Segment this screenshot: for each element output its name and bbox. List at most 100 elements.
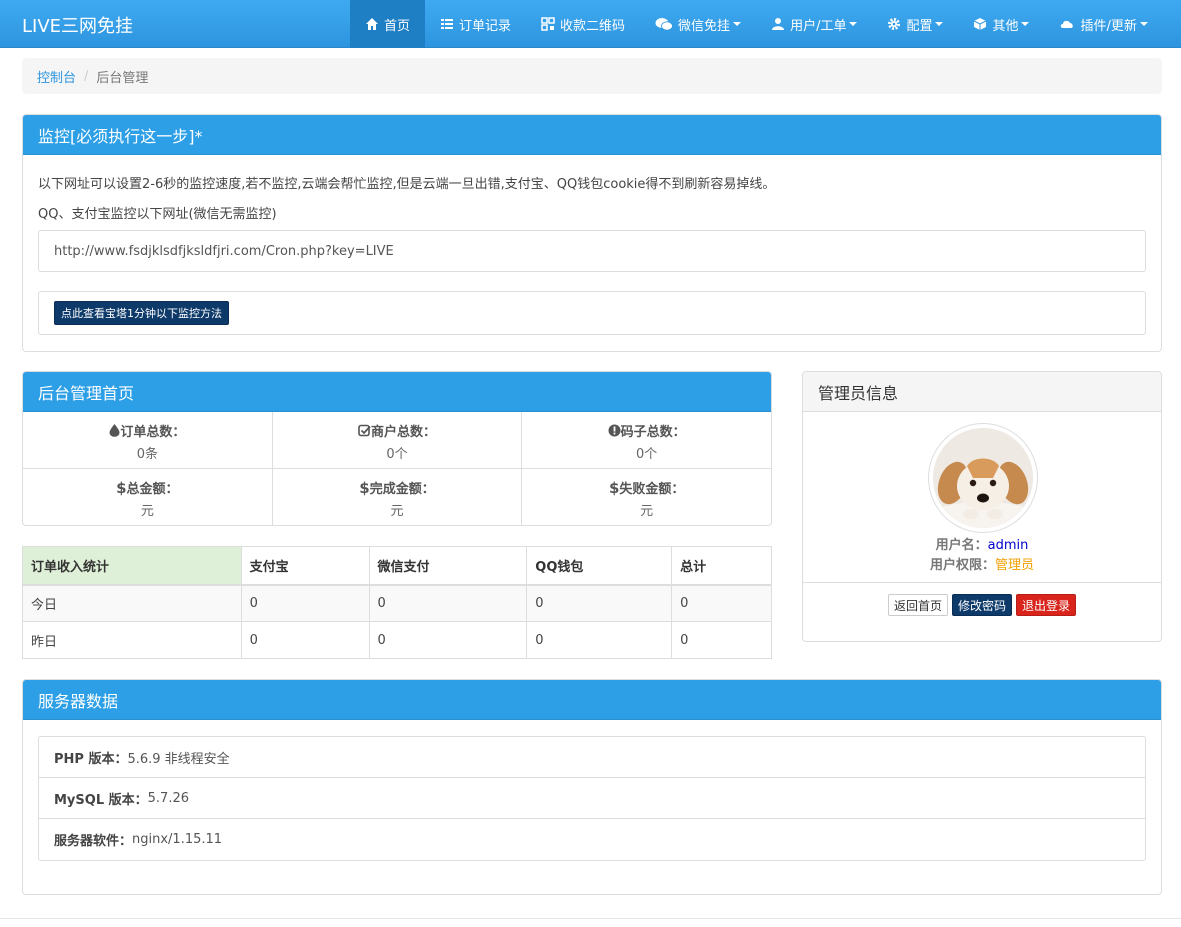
admin-actions: 返回首页 修改密码 退出登录 [803,594,1161,616]
avatar-image [933,428,1033,528]
change-password-button[interactable]: 修改密码 [951,594,1012,616]
monitor-panel-title: 监控[必须执行这一步]* [23,115,1161,155]
table-header: 微信支付 [368,546,528,586]
table-header: 支付宝 [240,546,370,586]
table-cell: 0 [368,621,528,659]
table-cell: 今日 [22,584,242,622]
server-panel-title: 服务器数据 [23,680,1161,720]
stat-completed-amount: $完成金额： 元 [273,469,523,526]
breadcrumb: 控制台 / 后台管理 [22,58,1162,94]
user-icon [772,18,785,30]
nav-item-label: 配置 [906,18,933,34]
breadcrumb-link-console[interactable]: 控制台 [37,67,76,86]
monitor-url-box[interactable]: http://www.fsdjklsdfjksldfjri.com/Cron.p… [38,230,1146,272]
nav-item-orders[interactable]: 订单记录 [425,0,526,48]
nav-item-other[interactable]: 其他 [958,0,1044,48]
stats-row: $总金额： 元 $完成金额： 元 $失败金额： 元 [23,469,771,526]
qrcode-icon [541,17,555,31]
stats-grid: 订单总数： 0条 商户总数： 0个 码子总数： 0个 $总金额： 元 $完成金额… [23,412,771,526]
nav-item-label: 收款二维码 [560,18,626,34]
list-item-label: 服务器软件： [54,834,133,849]
back-home-button[interactable]: 返回首页 [887,594,948,616]
stat-orders: 订单总数： 0条 [23,412,273,468]
table-cell: 0 [526,621,673,659]
table-header-row: 订单收入统计 支付宝 微信支付 QQ钱包 总计 [22,546,772,586]
chevron-down-icon [849,22,858,26]
role-line: 用户权限：管理员 [803,554,1161,573]
role-value: 管理员 [995,558,1035,573]
logout-button[interactable]: 退出登录 [1016,594,1077,616]
table-cell: 0 [368,584,528,622]
table-cell: 0 [671,584,772,622]
table-cell: 昨日 [22,621,242,659]
nav-item-config[interactable]: 配置 [872,0,958,48]
monitor-url[interactable]: http://www.fsdjklsdfjksldfjri.com/Cron.p… [54,244,394,259]
stat-value: 0条 [136,447,158,462]
monitor-method-button[interactable]: 点此查看宝塔1分钟以下监控方法 [54,301,229,325]
brand-logo[interactable]: LIVE三网免挂 [22,12,133,38]
list-item: MySQL 版本： 5.7.26 [39,778,1145,819]
wechat-icon [655,18,673,31]
chevron-down-icon [733,22,742,26]
admin-panel-title: 管理员信息 [803,372,1161,412]
table-row: 昨日 0 0 0 0 [22,621,772,659]
cloud-icon [1061,20,1074,28]
stat-failed-amount: $失败金额： 元 [522,469,771,526]
monitor-button-box: 点此查看宝塔1分钟以下监控方法 [38,291,1146,335]
cube-icon [974,18,987,30]
role-label: 用户权限： [929,558,995,573]
list-item-label: MySQL 版本： [54,792,148,808]
drop-icon [109,424,120,437]
stat-codes: 码子总数： 0个 [522,412,771,468]
list-item-value: nginx/1.15.11 [132,832,223,847]
monitor-description: 以下网址可以设置2-6秒的监控速度,若不监控,云端会帮忙监控,但是云端一旦出错,… [38,177,776,192]
stat-value: 0个 [636,447,658,462]
stats-row: 订单总数： 0条 商户总数： 0个 码子总数： 0个 [23,412,771,469]
nav-item-users[interactable]: 用户/工单 [756,0,872,48]
breadcrumb-current: 后台管理 [96,70,149,86]
avatar [928,423,1038,533]
stat-value: 元 [140,504,154,519]
table-row: 今日 0 0 0 0 [22,584,772,622]
nav-item-qrcode[interactable]: 收款二维码 [526,0,640,48]
chevron-down-icon [935,22,944,26]
list-item: 服务器软件： nginx/1.15.11 [39,819,1145,860]
table-cell: 0 [671,621,772,659]
nav-item-home[interactable]: 首页 [350,0,426,48]
breadcrumb-separator: / [84,68,89,84]
username-label: 用户名： [935,538,988,553]
stat-label: 码子总数： [620,425,686,440]
list-item-value: 5.6.9 非线程安全 [127,751,230,767]
income-stats-table: 订单收入统计 支付宝 微信支付 QQ钱包 总计 今日 0 0 0 0 昨日 0 … [22,546,772,659]
list-icon [441,19,454,29]
dollar-icon: $ [608,479,620,497]
stat-merchants: 商户总数： 0个 [273,412,523,468]
chevron-down-icon [1021,22,1030,26]
nav-item-label: 用户/工单 [790,18,847,34]
dollar-icon: $ [116,479,127,497]
nav-item-label: 插件/更新 [1080,18,1137,34]
info-circle-icon [608,424,621,437]
gear-icon [888,18,901,30]
dollar-icon: $ [359,479,370,497]
nav-item-label: 微信免挂 [678,18,731,34]
list-item: PHP 版本： 5.6.9 非线程安全 [39,737,1145,778]
footer-divider [0,918,1181,919]
dog-image [933,428,1033,528]
server-info-list: PHP 版本： 5.6.9 非线程安全 MySQL 版本： 5.7.26 服务器软件… [38,736,1146,861]
list-item-label: PHP 版本： [54,751,128,767]
stat-label: 总金额： [126,482,179,497]
server-data-panel: 服务器数据 PHP 版本： 5.6.9 非线程安全 MySQL 版本： 5.7.26… [22,679,1162,895]
monitor-hint: QQ、支付宝监控以下网址(微信无需监控) [38,207,277,222]
check-square-icon [358,424,371,437]
stat-total-amount: $总金额： 元 [23,469,273,526]
stat-label: 商户总数： [371,425,437,440]
nav-item-wechat[interactable]: 微信免挂 [640,0,756,48]
chevron-down-icon [1139,22,1148,26]
nav-item-plugins[interactable]: 插件/更新 [1044,0,1162,48]
table-header: 总计 [671,546,772,586]
stat-label: 完成金额： [369,482,435,497]
top-navbar: LIVE三网免挂 首页 订单记录 收款二维码 微信免挂 用户/工单 配置 其他 [0,0,1181,48]
stat-value: 元 [390,504,404,519]
dashboard-panel-title: 后台管理首页 [23,372,771,412]
